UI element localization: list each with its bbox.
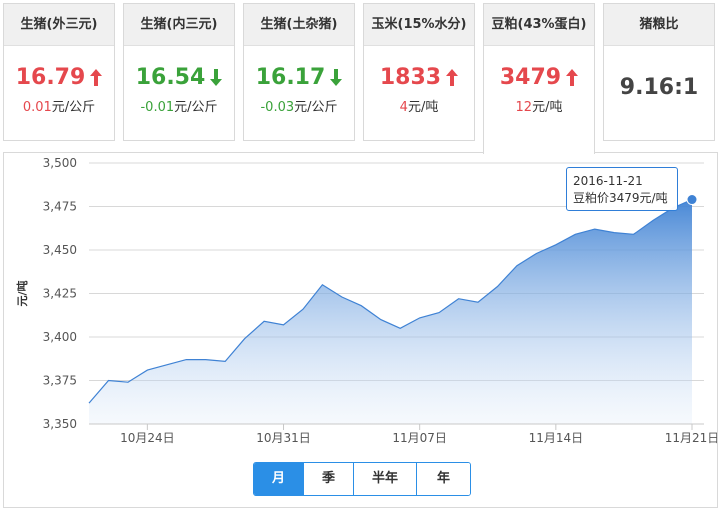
card-change-unit: 元/公斤 <box>294 100 338 115</box>
card-change-value: -0.03 <box>260 100 295 115</box>
arrow-down-icon <box>210 68 223 86</box>
chart-tooltip: 2016-11-21 豆粕价3479元/吨 <box>566 167 678 211</box>
card-price-value: 1833 <box>379 64 442 90</box>
card-change-unit: 元/公斤 <box>174 100 218 115</box>
card-title: 生猪(内三元) <box>124 4 234 46</box>
y-tick-label: 3,400 <box>43 330 77 344</box>
card-title: 生猪(土杂猪) <box>244 4 354 46</box>
card-change-value: 12 <box>515 100 533 115</box>
card-change: -0.03元/公斤 <box>244 96 354 115</box>
price-card[interactable]: 生猪(内三元) 16.54 -0.01元/公斤 <box>123 3 235 141</box>
series-area <box>89 199 692 424</box>
card-change-unit: 元/吨 <box>407 100 439 115</box>
tooltip-date: 2016-11-21 <box>573 174 643 188</box>
card-price: 16.17 <box>244 60 354 94</box>
highlight-point <box>686 194 698 206</box>
card-price: 3479 <box>484 60 594 94</box>
card-change-value: 0.01 <box>22 100 52 115</box>
card-price-value: 9.16:1 <box>619 74 699 100</box>
card-change: 4元/吨 <box>364 96 474 115</box>
period-tabs: 月季半年年 <box>253 462 471 496</box>
arrow-up-icon <box>90 68 103 86</box>
arrow-up-icon <box>566 68 579 86</box>
card-title: 玉米(15%水分) <box>364 4 474 46</box>
tooltip-value: 豆粕价3479元/吨 <box>573 191 668 205</box>
card-change: 12元/吨 <box>484 96 594 115</box>
price-cards: 生猪(外三元) 16.79 0.01元/公斤 生猪(内三元) 16.54 -0.01元/公… <box>0 3 725 154</box>
y-tick-label: 3,500 <box>43 156 77 170</box>
card-title: 生猪(外三元) <box>4 4 114 46</box>
y-tick-label: 3,350 <box>43 417 77 431</box>
x-tick-label: 10月24日 <box>120 431 175 445</box>
x-tick-label: 11月14日 <box>529 431 584 445</box>
x-tick-label: 11月21日 <box>665 431 717 445</box>
price-card[interactable]: 生猪(外三元) 16.79 0.01元/公斤 <box>3 3 115 141</box>
arrow-down-icon <box>330 68 343 86</box>
period-tab[interactable]: 年 <box>416 463 470 495</box>
y-tick-label: 3,425 <box>43 287 77 301</box>
card-price-value: 16.17 <box>255 64 326 90</box>
card-price: 1833 <box>364 60 474 94</box>
x-tick-label: 11月07日 <box>392 431 447 445</box>
price-card[interactable]: 玉米(15%水分) 1833 4元/吨 <box>363 3 475 141</box>
card-title: 豆粕(43%蛋白) <box>484 4 594 46</box>
card-price: 16.54 <box>124 60 234 94</box>
card-change-unit: 元/吨 <box>532 100 563 115</box>
period-tab[interactable]: 半年 <box>353 463 416 495</box>
period-tab[interactable]: 季 <box>303 463 353 495</box>
card-price-value: 3479 <box>499 64 562 90</box>
card-price: 16.79 <box>4 60 114 94</box>
card-price-value: 16.79 <box>15 64 86 90</box>
card-title: 猪粮比 <box>604 4 714 46</box>
card-change-unit: 元/公斤 <box>51 100 96 115</box>
price-card[interactable]: 豆粕(43%蛋白) 3479 12元/吨 <box>483 3 595 154</box>
card-price: 9.16:1 <box>604 70 714 104</box>
price-card[interactable]: 生猪(土杂猪) 16.17 -0.03元/公斤 <box>243 3 355 141</box>
y-tick-label: 3,475 <box>43 200 77 214</box>
y-tick-label: 3,450 <box>43 243 77 257</box>
y-axis-label: 元/吨 <box>15 280 29 306</box>
card-price-value: 16.54 <box>135 64 206 90</box>
period-tab[interactable]: 月 <box>254 463 303 495</box>
x-tick-label: 10月31日 <box>256 431 311 445</box>
card-change-value: 4 <box>399 100 408 115</box>
y-tick-label: 3,375 <box>43 374 77 388</box>
price-card[interactable]: 猪粮比 9.16:1 <box>603 3 715 141</box>
card-change: 0.01元/公斤 <box>4 96 114 115</box>
card-change: -0.01元/公斤 <box>124 96 234 115</box>
arrow-up-icon <box>446 68 459 86</box>
card-change-value: -0.01 <box>140 100 175 115</box>
